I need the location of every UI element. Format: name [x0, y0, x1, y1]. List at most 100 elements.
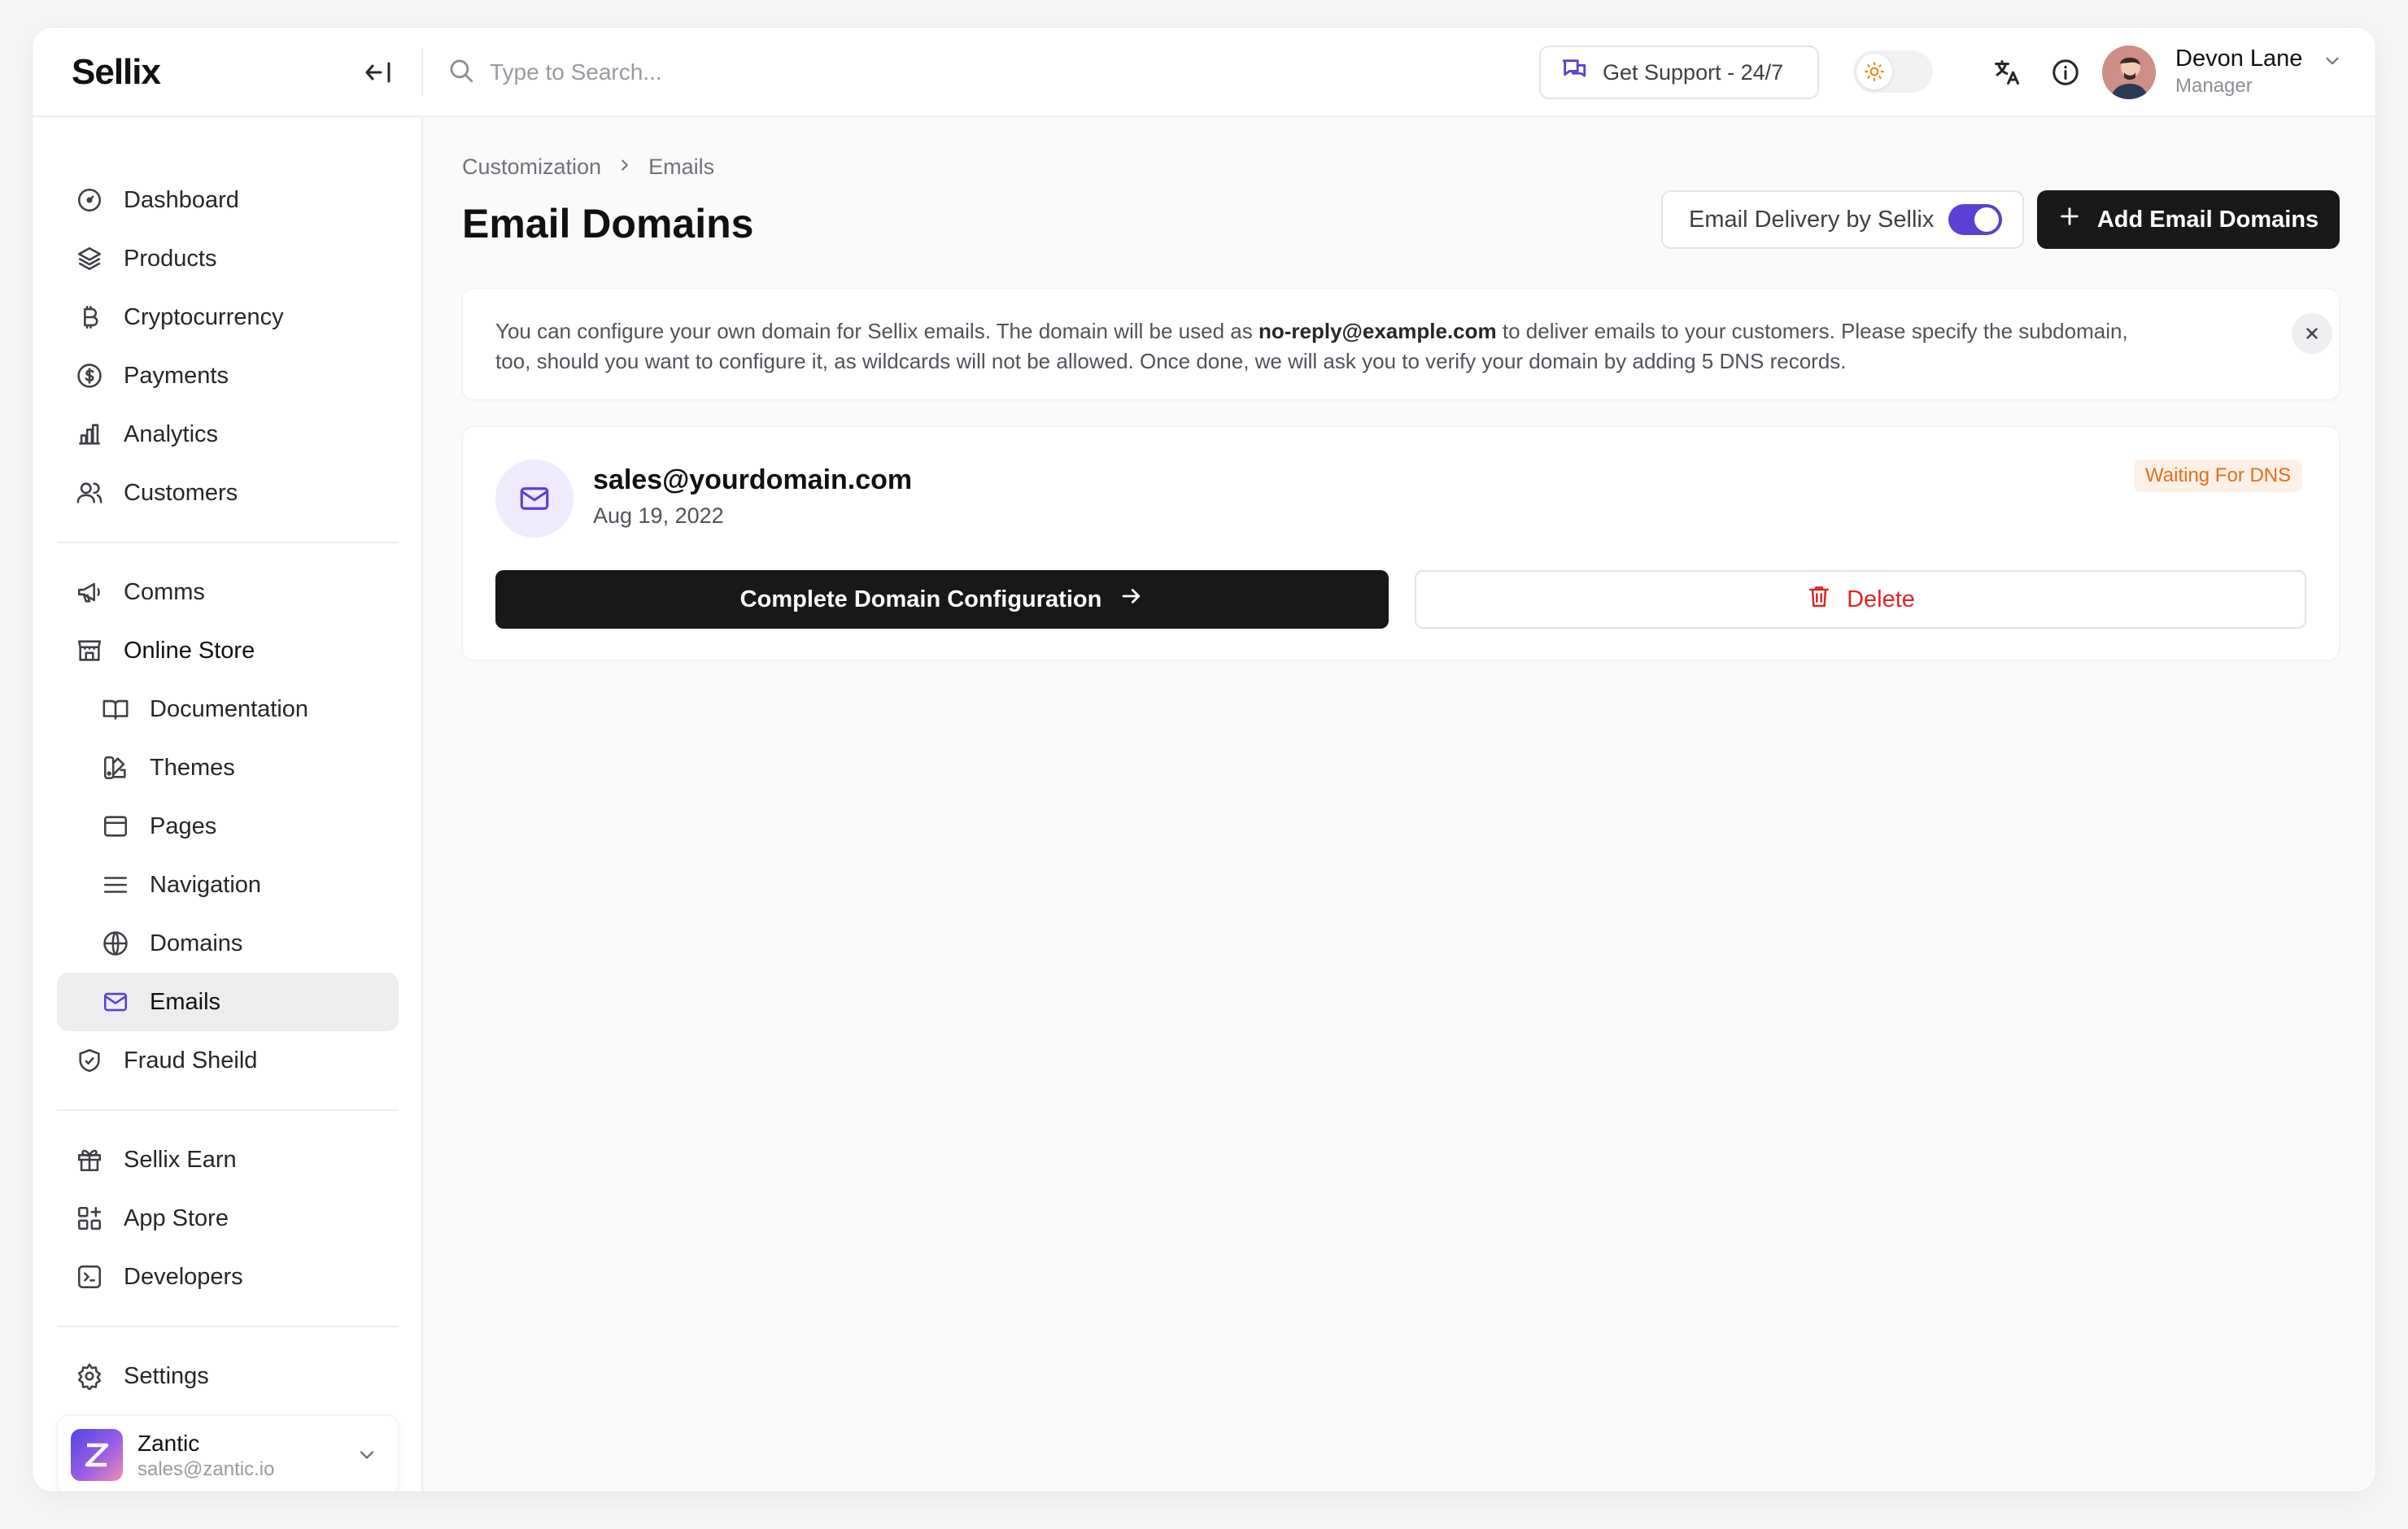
page-title: Email Domains: [462, 201, 754, 246]
email-delivery-toggle[interactable]: Email Delivery by Sellix: [1661, 190, 2024, 249]
sidebar-item-label: Online Store: [124, 637, 255, 664]
sidebar-item-domains[interactable]: Domains: [57, 914, 399, 973]
sidebar-item-label: Dashboard: [124, 186, 239, 213]
sidebar-item-sellix-earn[interactable]: Sellix Earn: [57, 1130, 399, 1189]
globe-icon: [99, 927, 132, 960]
user-name[interactable]: Devon Lane: [2175, 46, 2302, 72]
sidebar-item-online-store[interactable]: Online Store: [57, 621, 399, 680]
dollar-circle-icon: [73, 359, 106, 392]
book-icon: [99, 693, 132, 725]
sidebar-item-products[interactable]: Products: [57, 229, 399, 288]
sidebar-item-label: Developers: [124, 1263, 243, 1290]
sidebar-item-label: Settings: [124, 1362, 209, 1389]
store-icon: [73, 634, 106, 667]
complete-domain-configuration-button[interactable]: Complete Domain Configuration: [495, 570, 1389, 629]
avatar[interactable]: [2102, 46, 2156, 99]
sidebar-item-pages[interactable]: Pages: [57, 797, 399, 856]
top-bar: Sellix Get Support - 24/7: [33, 28, 2375, 117]
sidebar-item-app-store[interactable]: App Store: [57, 1189, 399, 1248]
mail-icon: [99, 986, 132, 1018]
sidebar-item-analytics[interactable]: Analytics: [57, 405, 399, 464]
sidebar-item-label: Emails: [150, 988, 221, 1015]
sidebar-item-label: Pages: [150, 812, 217, 839]
info-icon[interactable]: [2048, 55, 2083, 89]
sidebar-item-label: Sellix Earn: [124, 1146, 237, 1173]
get-support-button[interactable]: Get Support - 24/7: [1539, 46, 1819, 99]
email-delivery-switch[interactable]: [1948, 204, 2003, 235]
email-delivery-label: Email Delivery by Sellix: [1689, 206, 1935, 233]
gift-icon: [73, 1143, 106, 1176]
sellix-logo[interactable]: Sellix: [72, 52, 161, 93]
sidebar-item-dashboard[interactable]: Dashboard: [57, 171, 399, 229]
search-icon: [447, 57, 475, 89]
store-logo: [71, 1429, 123, 1481]
chevron-down-icon[interactable]: [2322, 50, 2343, 76]
sidebar-item-developers[interactable]: Developers: [57, 1248, 399, 1306]
sidebar-item-label: Payments: [124, 362, 229, 389]
sidebar-item-label: Comms: [124, 578, 205, 605]
status-badge: Waiting For DNS: [2134, 460, 2303, 492]
collapse-sidebar-icon[interactable]: [360, 54, 397, 91]
example-email: no-reply@example.com: [1258, 319, 1497, 343]
browser-icon: [99, 810, 132, 843]
close-icon[interactable]: [2292, 313, 2332, 354]
add-email-domains-button[interactable]: Add Email Domains: [2037, 190, 2340, 249]
breadcrumb-customization[interactable]: Customization: [462, 155, 601, 180]
email-domain-card: sales@yourdomain.com Aug 19, 2022 Waitin…: [462, 426, 2340, 660]
info-banner: You can configure your own domain for Se…: [462, 288, 2340, 400]
store-name: Zantic: [137, 1431, 200, 1456]
sidebar-item-label: Documentation: [150, 695, 309, 722]
plus-icon: [2058, 205, 2081, 234]
theme-toggle[interactable]: [1853, 50, 1933, 93]
store-switcher[interactable]: Zantic sales@zantic.io: [57, 1415, 399, 1492]
sidebar: Dashboard Products Cryptocurrency Paymen…: [33, 117, 423, 1492]
megaphone-icon: [73, 576, 106, 608]
store-email: sales@zantic.io: [137, 1458, 275, 1480]
delete-label: Delete: [1847, 586, 1915, 612]
sidebar-item-documentation[interactable]: Documentation: [57, 680, 399, 738]
user-role: Manager: [2175, 75, 2253, 97]
menu-icon: [99, 869, 132, 901]
sidebar-item-payments[interactable]: Payments: [57, 346, 399, 405]
breadcrumb: Customization Emails: [462, 155, 714, 180]
gear-icon: [73, 1360, 106, 1392]
sidebar-item-customers[interactable]: Customers: [57, 464, 399, 522]
translate-icon[interactable]: [1990, 55, 2024, 89]
search-bar[interactable]: [447, 49, 1017, 96]
domain-email: sales@yourdomain.com: [593, 464, 913, 495]
complete-configuration-label: Complete Domain Configuration: [739, 586, 1102, 612]
topbar-divider: [421, 49, 423, 96]
add-email-domains-label: Add Email Domains: [2096, 206, 2319, 233]
sidebar-item-cryptocurrency[interactable]: Cryptocurrency: [57, 288, 399, 346]
sidebar-item-label: App Store: [124, 1204, 229, 1231]
sidebar-item-themes[interactable]: Themes: [57, 738, 399, 797]
sidebar-divider: [57, 1326, 399, 1327]
sidebar-item-fraud-shield[interactable]: Fraud Sheild: [57, 1031, 399, 1090]
sidebar-item-settings[interactable]: Settings: [57, 1347, 399, 1405]
bitcoin-icon: [73, 301, 106, 333]
support-label: Get Support - 24/7: [1603, 59, 1784, 85]
domain-date: Aug 19, 2022: [593, 503, 724, 528]
breadcrumb-emails[interactable]: Emails: [648, 155, 714, 180]
sidebar-divider: [57, 1109, 399, 1111]
sidebar-item-label: Fraud Sheild: [124, 1047, 258, 1074]
users-icon: [73, 477, 106, 509]
dashboard-icon: [73, 184, 106, 216]
chevron-right-icon: [616, 155, 634, 180]
trash-icon: [1806, 583, 1832, 616]
sidebar-item-navigation[interactable]: Navigation: [57, 856, 399, 914]
sidebar-item-label: Analytics: [124, 420, 219, 447]
sidebar-item-label: Themes: [150, 754, 235, 781]
sun-icon: [1856, 54, 1892, 89]
chat-bubbles-icon: [1560, 56, 1588, 89]
delete-button[interactable]: Delete: [1415, 570, 2306, 629]
sidebar-item-emails[interactable]: Emails: [57, 973, 399, 1031]
search-input[interactable]: [490, 59, 978, 85]
app-window: Sellix Get Support - 24/7: [33, 28, 2375, 1492]
chevron-down-icon[interactable]: [356, 1444, 378, 1470]
sidebar-item-label: Customers: [124, 479, 238, 506]
sidebar-item-label: Products: [124, 245, 217, 272]
mail-icon: [495, 460, 574, 538]
sidebar-item-comms[interactable]: Comms: [57, 563, 399, 621]
swatches-icon: [99, 751, 132, 784]
